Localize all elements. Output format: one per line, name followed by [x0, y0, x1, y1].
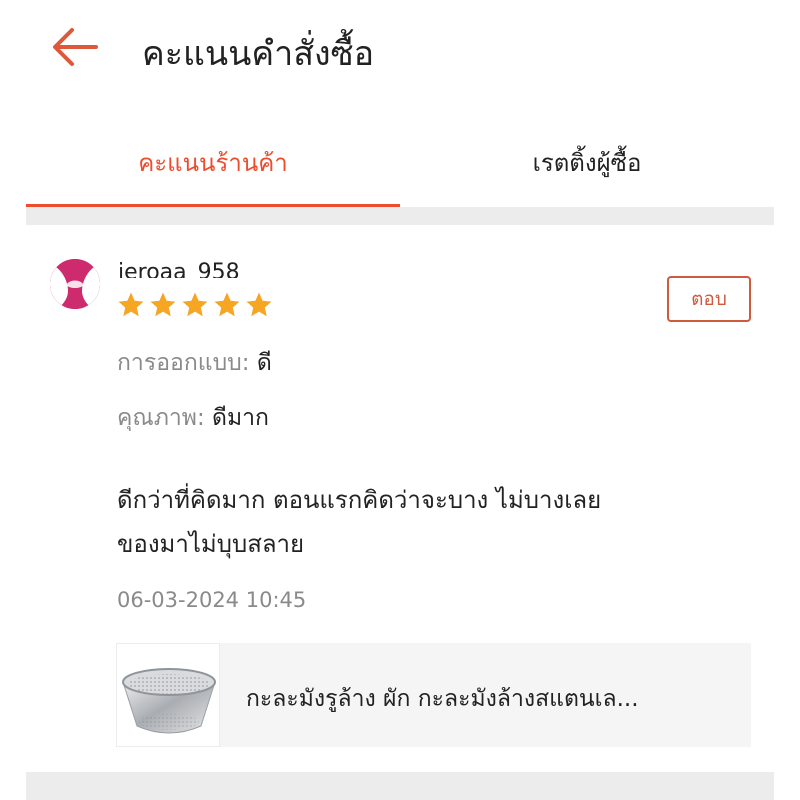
attribute-key: การออกแบบ:: [117, 350, 250, 376]
avatar[interactable]: [50, 259, 100, 309]
stainless-bowl-image: [122, 668, 216, 734]
attribute-value: ดี: [256, 350, 272, 376]
product-card[interactable]: กะละมังรูล้าง ผัก กะละมังล้างสแตนเล...: [116, 643, 751, 747]
attribute-value: ดีมาก: [212, 405, 269, 431]
star-icon: [150, 292, 176, 317]
reviewer-username: ieroaa_958: [118, 252, 240, 278]
back-button[interactable]: [48, 22, 104, 72]
review-text-line: ดีกว่าที่คิดมาก ตอนแรกคิดว่าจะบาง ไม่บาง…: [117, 486, 602, 514]
attribute-design: การออกแบบ: ดี: [117, 345, 272, 381]
avatar-image: [50, 259, 100, 309]
review-date: 06-03-2024 10:45: [117, 588, 307, 612]
review-text-line: ของมาไม่บุบสลาย: [117, 530, 305, 558]
tab-buyer-rating[interactable]: เรตติ้งผู้ซื้อ: [400, 118, 774, 206]
attribute-quality: คุณภาพ: ดีมาก: [117, 400, 269, 436]
rating-tabs: คะแนนร้านค้า เรตติ้งผู้ซื้อ: [26, 118, 774, 210]
star-icon: [214, 292, 240, 317]
product-name: กะละมังรูล้าง ผัก กะละมังล้างสแตนเล...: [246, 686, 639, 712]
reply-button[interactable]: ตอบ: [667, 276, 751, 322]
reviewer-username-text: ieroaa_958: [118, 260, 240, 278]
arrow-left-icon: [53, 28, 98, 66]
attribute-key: คุณภาพ:: [117, 405, 205, 431]
star-rating: [116, 290, 274, 320]
product-thumbnail: [116, 643, 220, 747]
star-icon: [182, 292, 208, 317]
section-divider: [26, 772, 774, 800]
star-icon: [246, 292, 272, 317]
section-divider: [26, 207, 774, 225]
tab-shop-rating[interactable]: คะแนนร้านค้า: [26, 118, 400, 206]
review-text: ดีกว่าที่คิดมาก ตอนแรกคิดว่าจะบาง ไม่บาง…: [117, 478, 757, 566]
star-icon: [118, 292, 144, 317]
page-title: คะแนนคำสั่งซื้อ: [142, 34, 375, 74]
app-header: คะแนนคำสั่งซื้อ: [0, 0, 800, 100]
